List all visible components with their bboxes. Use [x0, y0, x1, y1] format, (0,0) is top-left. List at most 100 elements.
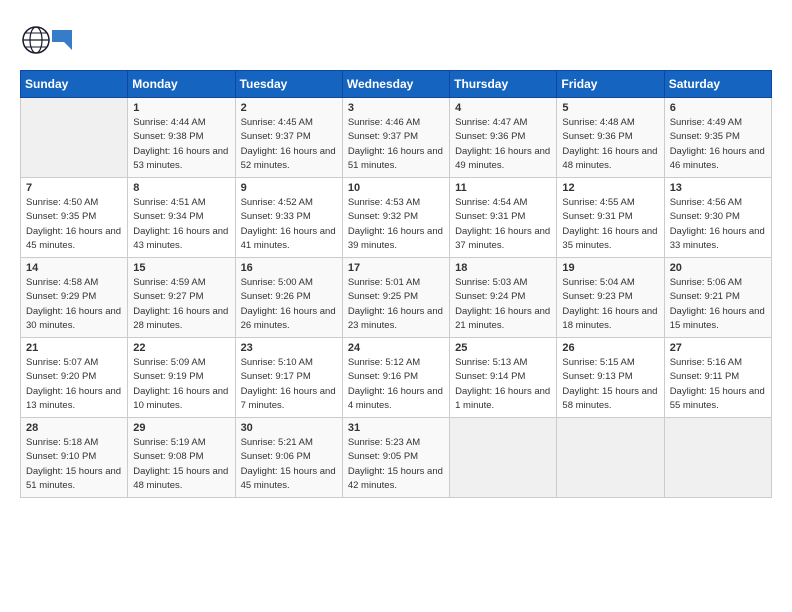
daylight-text: Daylight: 15 hours and 58 minutes. — [562, 385, 658, 414]
header-row: SundayMondayTuesdayWednesdayThursdayFrid… — [21, 71, 772, 98]
day-cell: 27 Sunrise: 5:16 AMSunset: 9:11 PMDayligh… — [664, 338, 771, 418]
day-detail: Sunrise: 5:00 AMSunset: 9:26 PMDaylight:… — [241, 276, 337, 333]
day-number: 27 — [670, 342, 766, 354]
sunrise-text: Sunrise: 4:54 AM — [455, 196, 551, 210]
week-row-2: 7 Sunrise: 4:50 AMSunset: 9:35 PMDaylight… — [21, 178, 772, 258]
daylight-text: Daylight: 16 hours and 21 minutes. — [455, 305, 551, 334]
sunrise-text: Sunrise: 5:13 AM — [455, 356, 551, 370]
day-number: 24 — [348, 342, 444, 354]
sunrise-text: Sunrise: 5:09 AM — [133, 356, 229, 370]
sunset-text: Sunset: 9:35 PM — [26, 210, 122, 224]
daylight-text: Daylight: 16 hours and 18 minutes. — [562, 305, 658, 334]
sunset-text: Sunset: 9:10 PM — [26, 450, 122, 464]
day-number: 2 — [241, 102, 337, 114]
sunrise-text: Sunrise: 4:53 AM — [348, 196, 444, 210]
day-detail: Sunrise: 4:47 AMSunset: 9:36 PMDaylight:… — [455, 116, 551, 173]
day-cell: 10Sunrise: 4:53 AMSunset: 9:32 PMDayligh… — [342, 178, 449, 258]
sunset-text: Sunset: 9:24 PM — [455, 290, 551, 304]
day-detail: Sunrise: 5:10 AMSunset: 9:17 PMDaylight:… — [241, 356, 337, 413]
day-cell: 28 Sunrise: 5:18 AMSunset: 9:10 PMDayligh… — [21, 418, 128, 498]
sunrise-text: Sunrise: 5:21 AM — [241, 436, 337, 450]
day-cell: 9Sunrise: 4:52 AMSunset: 9:33 PMDaylight… — [235, 178, 342, 258]
day-detail: Sunrise: 5:23 AMSunset: 9:05 PMDaylight:… — [348, 436, 444, 493]
day-number: 29 — [133, 422, 229, 434]
day-detail: Sunrise: 5:16 AMSunset: 9:11 PMDaylight:… — [670, 356, 766, 413]
day-detail: Sunrise: 5:01 AMSunset: 9:25 PMDaylight:… — [348, 276, 444, 333]
sunrise-text: Sunrise: 5:16 AM — [670, 356, 766, 370]
day-number: 13 — [670, 182, 766, 194]
sunset-text: Sunset: 9:31 PM — [562, 210, 658, 224]
daylight-text: Daylight: 16 hours and 28 minutes. — [133, 305, 229, 334]
sunrise-text: Sunrise: 5:01 AM — [348, 276, 444, 290]
day-number: 16 — [241, 262, 337, 274]
day-cell: 24Sunrise: 5:12 AMSunset: 9:16 PMDayligh… — [342, 338, 449, 418]
day-cell: 22Sunrise: 5:09 AMSunset: 9:19 PMDayligh… — [128, 338, 235, 418]
sunrise-text: Sunrise: 4:47 AM — [455, 116, 551, 130]
sunrise-text: Sunrise: 5:04 AM — [562, 276, 658, 290]
sunrise-text: Sunrise: 5:18 AM — [26, 436, 122, 450]
day-detail: Sunrise: 4:49 AMSunset: 9:35 PMDaylight:… — [670, 116, 766, 173]
sunset-text: Sunset: 9:19 PM — [133, 370, 229, 384]
sunset-text: Sunset: 9:35 PM — [670, 130, 766, 144]
daylight-text: Daylight: 16 hours and 26 minutes. — [241, 305, 337, 334]
sunset-text: Sunset: 9:20 PM — [26, 370, 122, 384]
day-detail: Sunrise: 4:58 AMSunset: 9:29 PMDaylight:… — [26, 276, 122, 333]
sunset-text: Sunset: 9:27 PM — [133, 290, 229, 304]
day-number: 28 — [26, 422, 122, 434]
day-detail: Sunrise: 5:15 AMSunset: 9:13 PMDaylight:… — [562, 356, 658, 413]
daylight-text: Daylight: 16 hours and 35 minutes. — [562, 225, 658, 254]
day-cell — [450, 418, 557, 498]
day-detail: Sunrise: 4:53 AMSunset: 9:32 PMDaylight:… — [348, 196, 444, 253]
sunrise-text: Sunrise: 4:44 AM — [133, 116, 229, 130]
daylight-text: Daylight: 15 hours and 51 minutes. — [26, 465, 122, 494]
daylight-text: Daylight: 16 hours and 53 minutes. — [133, 145, 229, 174]
daylight-text: Daylight: 16 hours and 33 minutes. — [670, 225, 766, 254]
day-detail: Sunrise: 5:09 AMSunset: 9:19 PMDaylight:… — [133, 356, 229, 413]
day-detail: Sunrise: 5:18 AMSunset: 9:10 PMDaylight:… — [26, 436, 122, 493]
day-cell: 11Sunrise: 4:54 AMSunset: 9:31 PMDayligh… — [450, 178, 557, 258]
header-monday: Monday — [128, 71, 235, 98]
day-cell: 26Sunrise: 5:15 AMSunset: 9:13 PMDayligh… — [557, 338, 664, 418]
day-number: 3 — [348, 102, 444, 114]
daylight-text: Daylight: 16 hours and 48 minutes. — [562, 145, 658, 174]
header-thursday: Thursday — [450, 71, 557, 98]
sunrise-text: Sunrise: 4:46 AM — [348, 116, 444, 130]
calendar-table: SundayMondayTuesdayWednesdayThursdayFrid… — [20, 70, 772, 498]
day-number: 21 — [26, 342, 122, 354]
day-number: 23 — [241, 342, 337, 354]
day-cell: 1Sunrise: 4:44 AMSunset: 9:38 PMDaylight… — [128, 98, 235, 178]
daylight-text: Daylight: 16 hours and 43 minutes. — [133, 225, 229, 254]
sunset-text: Sunset: 9:30 PM — [670, 210, 766, 224]
sunset-text: Sunset: 9:16 PM — [348, 370, 444, 384]
sunrise-text: Sunrise: 5:07 AM — [26, 356, 122, 370]
week-row-5: 28 Sunrise: 5:18 AMSunset: 9:10 PMDayligh… — [21, 418, 772, 498]
day-cell: 30Sunrise: 5:21 AMSunset: 9:06 PMDayligh… — [235, 418, 342, 498]
day-detail: Sunrise: 5:06 AMSunset: 9:21 PMDaylight:… — [670, 276, 766, 333]
day-number: 11 — [455, 182, 551, 194]
day-detail: Sunrise: 4:45 AMSunset: 9:37 PMDaylight:… — [241, 116, 337, 173]
day-number: 31 — [348, 422, 444, 434]
sunrise-text: Sunrise: 4:56 AM — [670, 196, 766, 210]
day-cell: 12Sunrise: 4:55 AMSunset: 9:31 PMDayligh… — [557, 178, 664, 258]
day-cell — [21, 98, 128, 178]
logo — [20, 20, 76, 60]
day-cell: 13 Sunrise: 4:56 AMSunset: 9:30 PMDayligh… — [664, 178, 771, 258]
day-number: 8 — [133, 182, 229, 194]
daylight-text: Daylight: 16 hours and 13 minutes. — [26, 385, 122, 414]
daylight-text: Daylight: 16 hours and 7 minutes. — [241, 385, 337, 414]
sunset-text: Sunset: 9:37 PM — [348, 130, 444, 144]
day-number: 7 — [26, 182, 122, 194]
day-cell: 2 Sunrise: 4:45 AMSunset: 9:37 PMDaylight… — [235, 98, 342, 178]
sunset-text: Sunset: 9:37 PM — [241, 130, 337, 144]
sunrise-text: Sunrise: 5:12 AM — [348, 356, 444, 370]
sunrise-text: Sunrise: 5:19 AM — [133, 436, 229, 450]
day-detail: Sunrise: 4:48 AMSunset: 9:36 PMDaylight:… — [562, 116, 658, 173]
sunset-text: Sunset: 9:29 PM — [26, 290, 122, 304]
day-detail: Sunrise: 4:51 AMSunset: 9:34 PMDaylight:… — [133, 196, 229, 253]
header-sunday: Sunday — [21, 71, 128, 98]
day-detail: Sunrise: 4:50 AMSunset: 9:35 PMDaylight:… — [26, 196, 122, 253]
day-cell: 8 Sunrise: 4:51 AMSunset: 9:34 PMDaylight… — [128, 178, 235, 258]
sunset-text: Sunset: 9:17 PM — [241, 370, 337, 384]
day-cell: 5Sunrise: 4:48 AMSunset: 9:36 PMDaylight… — [557, 98, 664, 178]
daylight-text: Daylight: 16 hours and 15 minutes. — [670, 305, 766, 334]
